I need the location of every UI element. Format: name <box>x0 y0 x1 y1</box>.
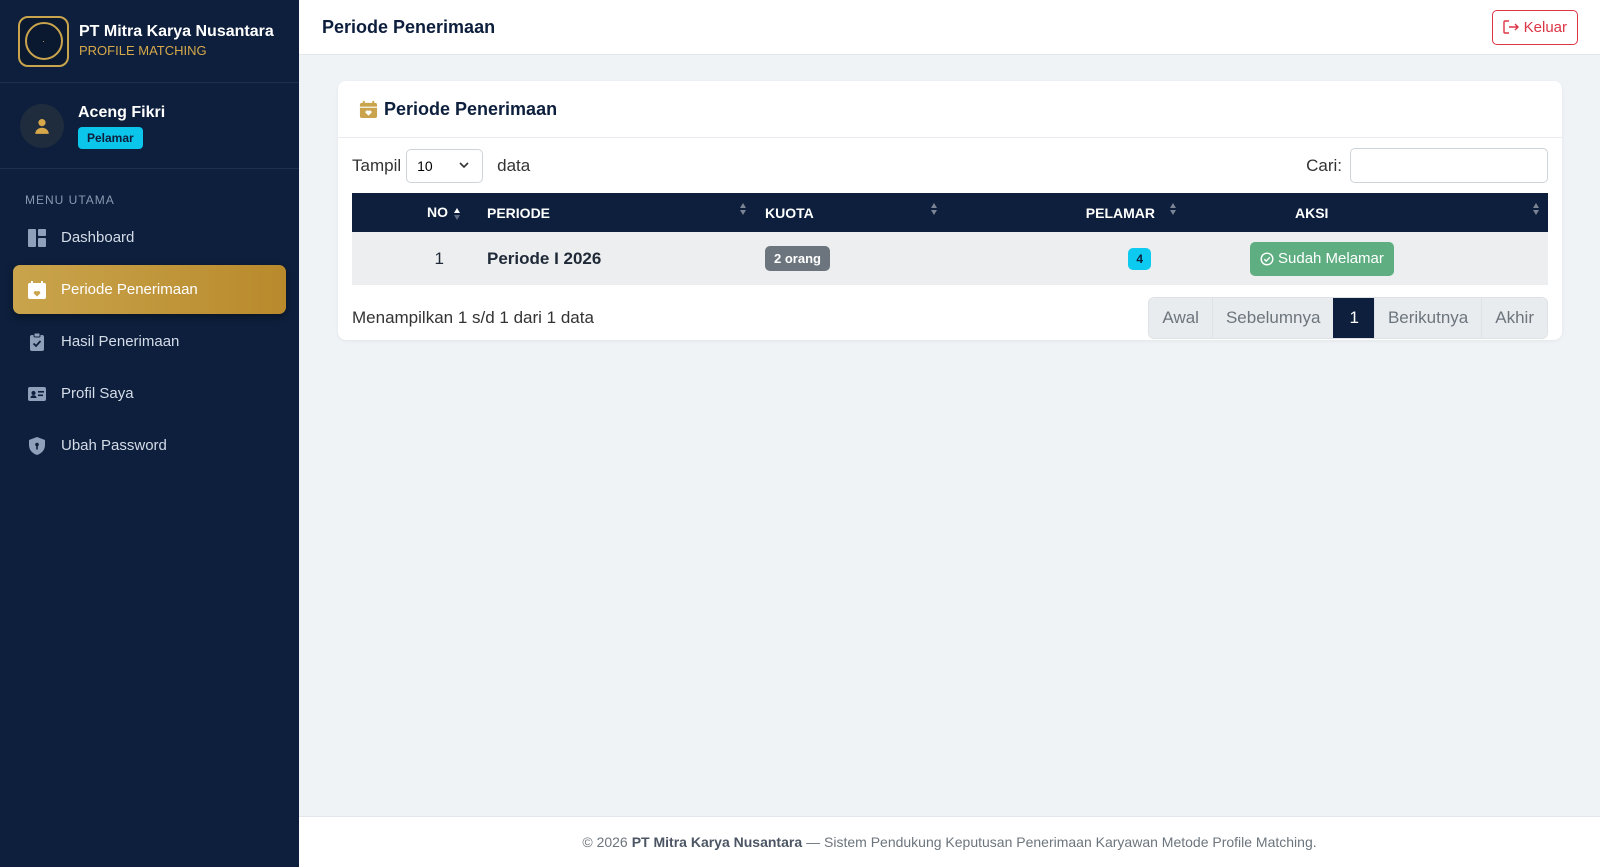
page-first-button[interactable]: Awal <box>1149 298 1212 338</box>
logout-label: Keluar <box>1523 18 1567 36</box>
page-footer: © 2026 PT Mitra Karya Nusantara — Sistem… <box>299 816 1600 867</box>
pelamar-count-badge: 4 <box>1128 247 1151 270</box>
sort-icon <box>740 203 746 215</box>
calendar-icon <box>359 100 378 118</box>
page-prev-button[interactable]: Sebelumnya <box>1211 298 1334 338</box>
col-header-kuota[interactable]: KUOTA <box>755 193 946 232</box>
sort-icon <box>1533 203 1539 215</box>
footer-copyright: © 2026 <box>582 834 628 850</box>
sidebar-item-hasil-penerimaan[interactable]: Hasil Penerimaan <box>13 317 286 366</box>
sort-icon <box>1170 203 1176 215</box>
table-header-row: NO PERIODE KUOTA PELAMAR AKSI <box>352 193 1548 232</box>
show-label: Tampil <box>352 155 402 175</box>
col-header-aksi[interactable]: AKSI <box>1185 193 1548 232</box>
avatar <box>20 103 64 148</box>
data-label: data <box>497 155 531 175</box>
col-label: NO <box>427 204 448 221</box>
cell-periode: Periode I 2026 <box>487 248 602 268</box>
col-label: KUOTA <box>765 204 814 221</box>
table-footer: Menampilkan 1 s/d 1 dari 1 data Awal Seb… <box>338 285 1562 339</box>
col-header-pelamar[interactable]: PELAMAR <box>946 193 1185 232</box>
user-panel: Aceng Fikri Pelamar <box>0 83 299 169</box>
col-header-periode[interactable]: PERIODE <box>477 193 755 232</box>
menu-section-title: MENU UTAMA <box>25 193 115 207</box>
user-name: Aceng Fikri <box>78 104 166 121</box>
clipboard-icon <box>27 332 47 352</box>
brand-subtitle: PROFILE MATCHING <box>79 43 207 58</box>
user-icon <box>35 118 49 134</box>
logout-button[interactable]: Keluar <box>1491 9 1578 45</box>
col-label: AKSI <box>1295 204 1329 221</box>
cell-no: 1 <box>434 248 444 268</box>
sidebar-item-label: Profil Saya <box>61 385 134 402</box>
sidebar-item-label: Hasil Penerimaan <box>61 333 180 350</box>
periode-table: NO PERIODE KUOTA PELAMAR AKSI 1 Periode … <box>352 193 1548 285</box>
table-row: 1 Periode I 2026 2 orang 4 Sudah Melamar <box>352 232 1548 285</box>
sidebar-item-dashboard[interactable]: Dashboard <box>13 213 286 262</box>
search-control: Cari: <box>1306 148 1548 183</box>
brand: · PT Mitra Karya Nusantara PROFILE MATCH… <box>0 0 299 83</box>
periode-card: Periode Penerimaan Tampil 10 data Cari: … <box>338 81 1562 340</box>
sidebar: · PT Mitra Karya Nusantara PROFILE MATCH… <box>0 0 299 867</box>
shield-icon <box>27 436 47 456</box>
table-controls: Tampil 10 data Cari: <box>338 138 1562 193</box>
user-info: Aceng Fikri Pelamar <box>78 102 165 149</box>
cell-pelamar: 4 <box>946 232 1185 285</box>
page-size-select[interactable]: 10 <box>406 148 484 183</box>
sort-icon <box>931 203 937 215</box>
dashboard-icon <box>27 228 47 248</box>
logout-icon <box>1502 20 1519 34</box>
page-current-button[interactable]: 1 <box>1333 298 1374 338</box>
col-label: PERIODE <box>487 204 551 221</box>
page-length-control: Tampil 10 data <box>352 148 531 183</box>
user-role-badge: Pelamar <box>78 127 143 149</box>
logo-ring-icon: · <box>24 22 63 60</box>
page-title: Periode Penerimaan <box>322 16 496 37</box>
page-last-button[interactable]: Akhir <box>1481 298 1547 338</box>
kuota-badge: 2 orang <box>765 246 830 271</box>
page-next-button[interactable]: Berikutnya <box>1373 298 1482 338</box>
table-info: Menampilkan 1 s/d 1 dari 1 data <box>352 308 594 327</box>
brand-name: PT Mitra Karya Nusantara <box>79 23 274 40</box>
col-header-no[interactable]: NO <box>352 193 477 232</box>
sidebar-item-profil-saya[interactable]: Profil Saya <box>13 369 286 418</box>
button-label: Sudah Melamar <box>1278 250 1384 267</box>
col-label: PELAMAR <box>1085 204 1155 221</box>
sort-asc-icon <box>454 207 460 220</box>
footer-text: — Sistem Pendukung Keputusan Penerimaan … <box>806 834 1317 850</box>
cell-aksi: Sudah Melamar <box>1185 232 1548 285</box>
sidebar-item-label: Dashboard <box>61 229 135 246</box>
calendar-icon <box>27 280 47 300</box>
brand-logo: · <box>18 15 69 67</box>
sidebar-item-label: Ubah Password <box>61 437 167 454</box>
check-circle-icon <box>1260 251 1274 266</box>
sidebar-item-ubah-password[interactable]: Ubah Password <box>13 421 286 470</box>
search-label: Cari: <box>1306 155 1342 175</box>
sudah-melamar-button[interactable]: Sudah Melamar <box>1250 241 1394 276</box>
brand-text: PT Mitra Karya Nusantara PROFILE MATCHIN… <box>79 22 274 60</box>
card-title: Periode Penerimaan <box>384 98 558 119</box>
sidebar-item-periode-penerimaan[interactable]: Periode Penerimaan <box>13 265 286 314</box>
sidebar-menu: Dashboard Periode Penerimaan Hasil Pener… <box>0 213 299 470</box>
topbar: Periode Penerimaan Keluar <box>299 0 1600 55</box>
cell-kuota: 2 orang <box>755 232 946 285</box>
id-card-icon <box>27 384 47 404</box>
page-size-wrapper: 10 <box>401 148 497 183</box>
sidebar-item-label: Periode Penerimaan <box>61 281 198 298</box>
search-input[interactable] <box>1350 148 1548 183</box>
card-header: Periode Penerimaan <box>338 81 1562 138</box>
pagination: Awal Sebelumnya 1 Berikutnya Akhir <box>1148 297 1548 339</box>
footer-company: PT Mitra Karya Nusantara <box>631 834 803 850</box>
